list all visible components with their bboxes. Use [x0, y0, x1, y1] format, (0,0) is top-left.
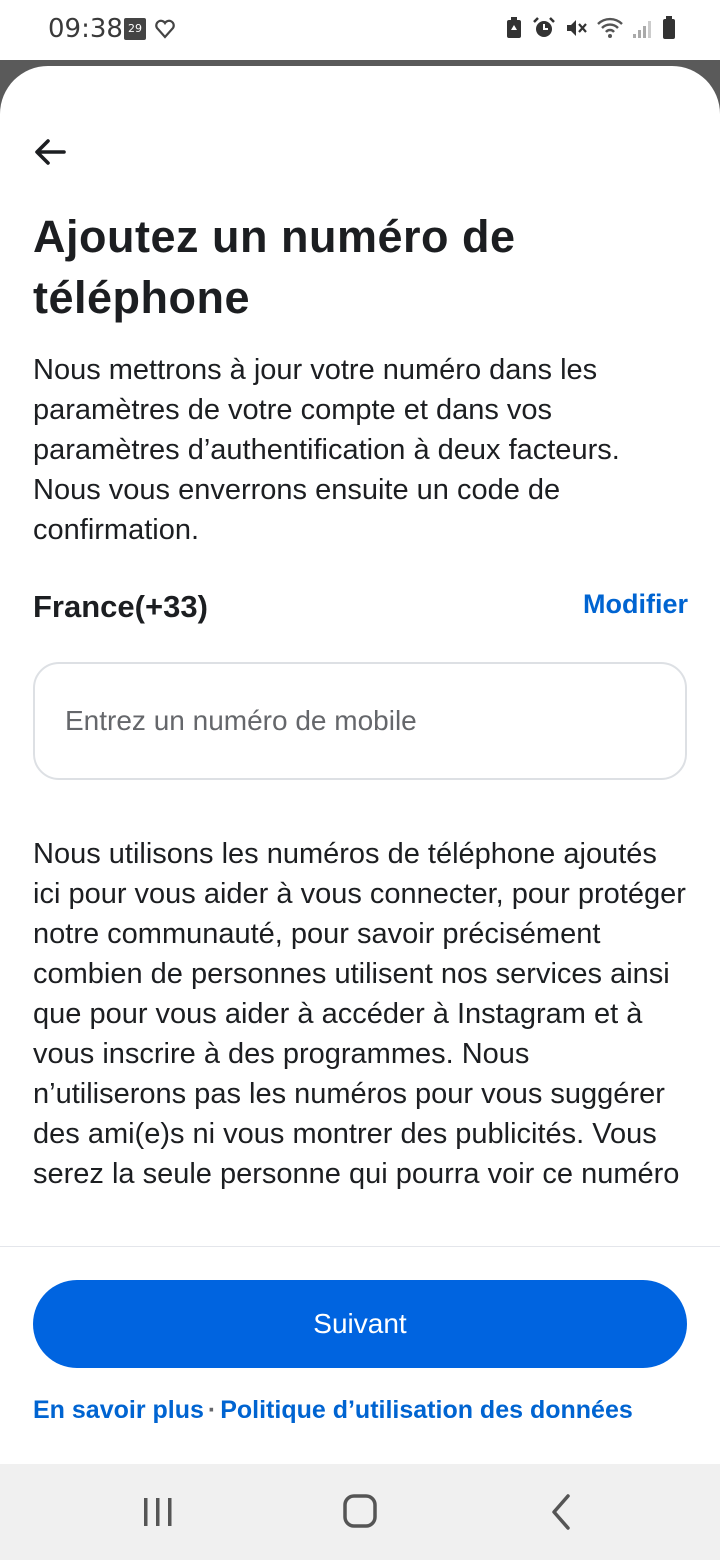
- wifi-icon: [596, 16, 624, 40]
- modify-country-link[interactable]: Modifier: [583, 589, 688, 620]
- screen: 09:38 29 Ajoutez un numéro de téléphone …: [0, 0, 720, 1560]
- arrow-left-icon: [35, 139, 66, 165]
- heart-outline-icon: [154, 18, 176, 45]
- country-label: France(+33): [33, 589, 208, 624]
- legal-text: Nous utilisons les numéros de téléphone …: [33, 838, 686, 1190]
- battery-saver-icon: [504, 16, 524, 40]
- back-icon: [552, 1494, 570, 1530]
- back-button[interactable]: [30, 130, 74, 174]
- footer-divider: [0, 1246, 720, 1247]
- learn-more-link[interactable]: En savoir plus: [33, 1396, 204, 1424]
- signal-icon: [632, 16, 654, 40]
- status-right-icons: [504, 16, 676, 40]
- data-policy-link[interactable]: Politique d’utilisation des données: [220, 1396, 633, 1424]
- system-nav-bar: [0, 1464, 720, 1560]
- system-back-button[interactable]: [538, 1490, 586, 1534]
- home-button[interactable]: [336, 1490, 384, 1534]
- legal-scroll-region[interactable]: Nous utilisons les numéros de téléphone …: [0, 826, 720, 1246]
- recent-apps-icon: [144, 1498, 172, 1526]
- status-time: 09:38: [48, 14, 123, 44]
- battery-icon: [662, 16, 676, 40]
- recent-apps-button[interactable]: [134, 1490, 182, 1534]
- link-separator: ·: [207, 1396, 217, 1424]
- calendar-icon: 29: [124, 18, 146, 40]
- status-left-icons: 29: [124, 18, 176, 45]
- alarm-icon: [532, 16, 556, 40]
- next-button[interactable]: Suivant: [33, 1280, 687, 1368]
- mute-icon: [564, 16, 588, 40]
- intro-text: Nous mettrons à jour votre numéro dans l…: [33, 354, 620, 546]
- phone-number-input[interactable]: [33, 662, 687, 780]
- bottom-sheet: Ajoutez un numéro de téléphone Nous mett…: [0, 66, 720, 1464]
- home-icon: [343, 1494, 377, 1528]
- status-bar: 09:38 29: [0, 0, 720, 60]
- page-title: Ajoutez un numéro de téléphone: [33, 211, 516, 323]
- footer-links: En savoir plus · Politique d’utilisation d…: [33, 1396, 633, 1425]
